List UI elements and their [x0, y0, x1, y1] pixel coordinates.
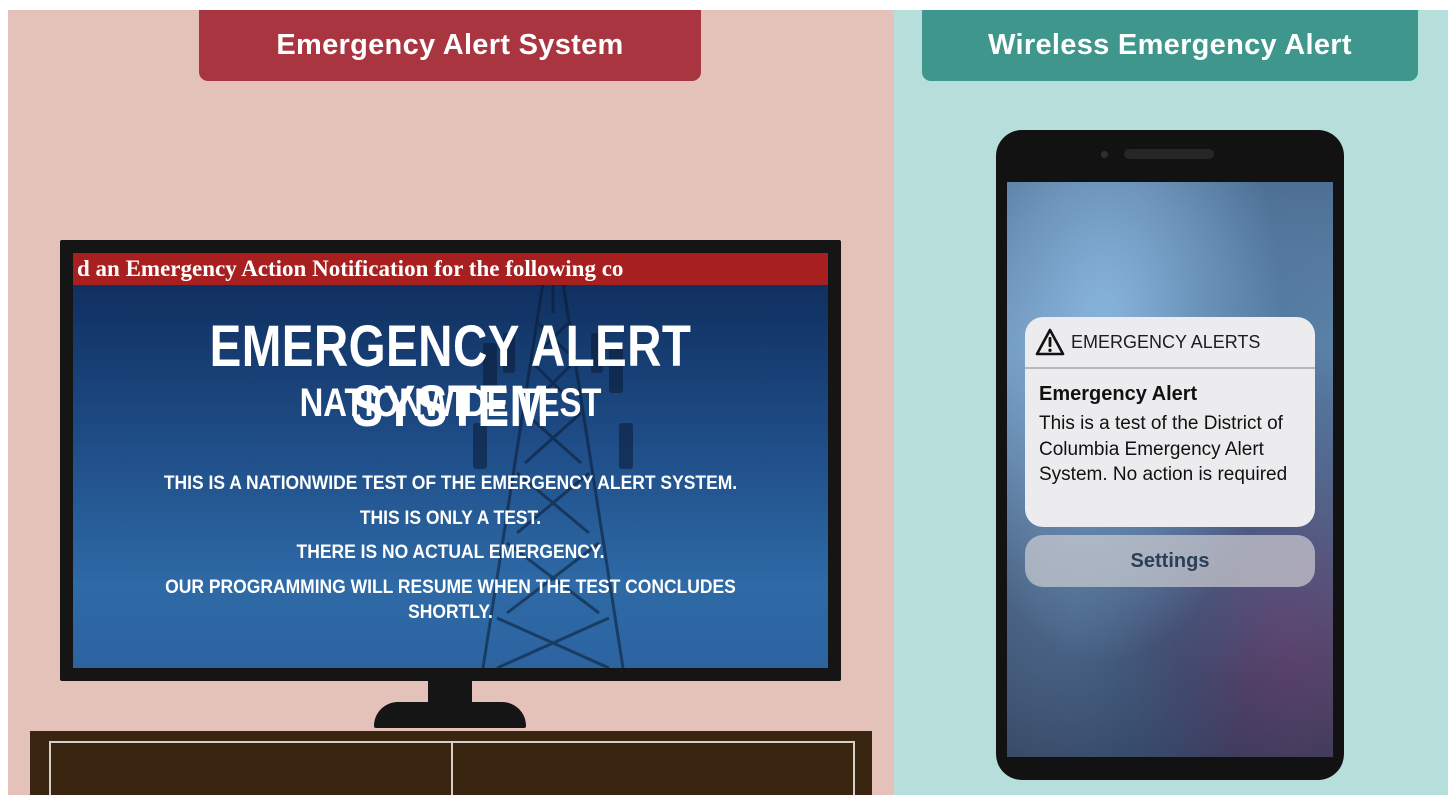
tv-cabinet [30, 731, 872, 795]
eas-panel: Emergency Alert System d an Emergency Ac… [8, 10, 894, 795]
phone-screen: EMERGENCY ALERTS Emergency Alert This is… [1007, 182, 1333, 757]
tv-message-line: OUR PROGRAMMING WILL RESUME WHEN THE TES… [165, 577, 736, 623]
alert-card-header: EMERGENCY ALERTS [1025, 317, 1315, 369]
tv-stand [374, 702, 526, 728]
tv-screen: d an Emergency Action Notification for t… [73, 253, 828, 668]
alert-header-label: EMERGENCY ALERTS [1071, 331, 1261, 352]
crawl-ticker: d an Emergency Action Notification for t… [73, 253, 828, 285]
phone: EMERGENCY ALERTS Emergency Alert This is… [996, 130, 1344, 780]
eas-header: Emergency Alert System [199, 10, 701, 81]
wea-panel: Wireless Emergency Alert EMERGENCY ALERT… [894, 10, 1448, 795]
tv-message-line: THERE IS NO ACTUAL EMERGENCY. [296, 542, 605, 563]
tv-message-line: THIS IS A NATIONWIDE TEST OF THE EMERGEN… [163, 473, 738, 494]
tv-subtitle: NATIONWIDE TEST [299, 381, 602, 425]
tv-message-line: THIS IS ONLY A TEST. [359, 508, 542, 529]
cabinet-door-right [451, 741, 855, 795]
alert-body: This is a test of the District of Columb… [1039, 413, 1288, 485]
alert-title: Emergency Alert [1039, 383, 1198, 405]
speaker-grille [1124, 149, 1214, 159]
cabinet-door-left [49, 741, 453, 795]
camera-icon [1101, 151, 1108, 158]
wea-header: Wireless Emergency Alert [922, 10, 1418, 81]
settings-button[interactable]: Settings [1025, 535, 1315, 587]
tv-frame: d an Emergency Action Notification for t… [60, 240, 841, 681]
warning-triangle-icon [1035, 328, 1065, 356]
alert-notification[interactable]: EMERGENCY ALERTS Emergency Alert This is… [1025, 317, 1315, 527]
